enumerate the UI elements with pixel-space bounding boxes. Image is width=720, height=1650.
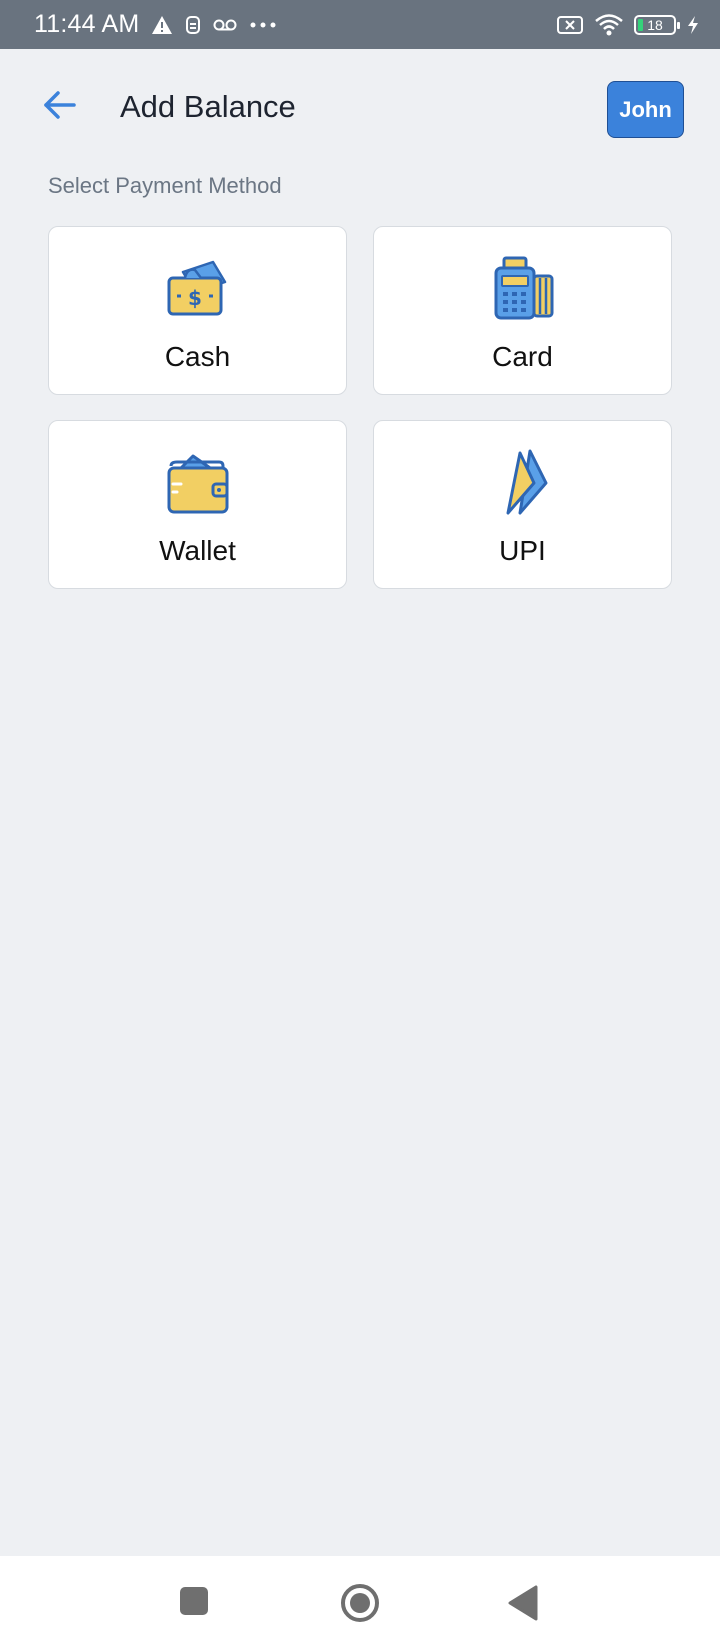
no-sim-icon [556,14,584,36]
user-button[interactable]: John [607,81,684,138]
svg-text:$: $ [188,286,202,310]
voicemail-icon [213,18,237,32]
status-bar: 11:44 AM 18 [0,0,720,49]
wallet-icon [165,449,231,515]
recents-button[interactable] [178,1585,210,1622]
method-card-cash[interactable]: $ Cash [48,226,347,395]
payment-methods-grid: $ Cash Card Wallet UPI [48,226,672,589]
method-card-wallet[interactable]: Wallet [48,420,347,589]
warning-icon [151,15,173,35]
arrow-left-icon [43,90,77,125]
home-button[interactable] [340,1583,380,1628]
method-card-upi[interactable]: UPI [373,420,672,589]
system-nav-bar [0,1556,720,1650]
method-label: Card [492,341,553,372]
more-dots-icon [249,21,277,29]
upi-icon [490,449,556,515]
page-title: Add Balance [120,89,296,124]
method-card-card[interactable]: Card [373,226,672,395]
method-label: UPI [499,535,546,566]
battery-level: 18 [647,16,663,33]
back-button[interactable] [40,87,80,127]
method-label: Cash [164,341,231,372]
status-time: 11:44 AM [34,10,140,38]
battery-icon: 18 [634,14,680,35]
triangle-back-icon [506,1584,540,1627]
status-bar-left: 11:44 AM [34,10,277,39]
square-icon [178,1585,210,1622]
back-nav-button[interactable] [506,1584,540,1627]
home-circle-icon [340,1583,380,1628]
charging-icon [686,15,700,35]
app-header: Add Balance John [0,49,720,169]
card-terminal-icon [490,255,556,321]
section-label: Select Payment Method [48,173,282,198]
method-label: Wallet [159,535,236,566]
sim-icon [185,15,201,35]
status-bar-right: 18 [556,13,700,37]
wifi-icon [594,13,624,37]
cash-icon: $ [165,255,231,321]
